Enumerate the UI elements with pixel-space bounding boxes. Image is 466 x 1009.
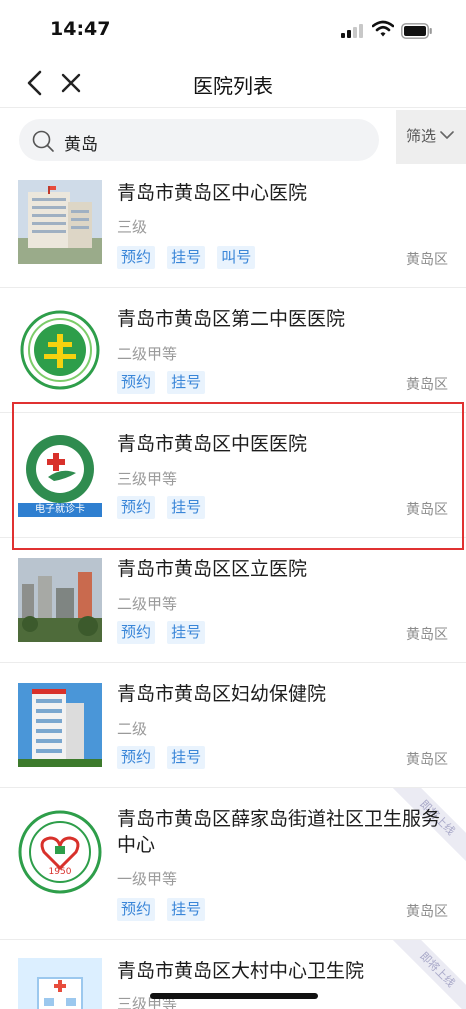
hospital-name: 青岛市黄岛区大村中心卫生院 — [117, 960, 365, 982]
hospital-name: 青岛市黄岛区区立医院 — [117, 558, 308, 580]
tag-queue-call: 叫号 — [217, 246, 256, 269]
tag-register: 挂号 — [167, 898, 206, 921]
status-bar: 14:47 — [0, 0, 466, 60]
hospital-photo-icon — [18, 180, 102, 264]
hospital-district: 黄岛区 — [406, 377, 448, 393]
tag-register: 挂号 — [167, 371, 206, 394]
hospital-item[interactable]: 即将上线 1950 青岛市黄岛区薛家岛街道社区卫生服务中心 一级甲等 预约 挂号… — [0, 788, 466, 940]
service-tags: 预约 挂号 — [117, 898, 212, 922]
home-indicator — [150, 993, 318, 999]
search-value: 黄岛 — [64, 135, 98, 155]
filter-button[interactable]: 筛选 — [396, 110, 466, 164]
hospital-level: 一级甲等 — [117, 870, 178, 888]
hospital-level: 二级甲等 — [117, 595, 178, 613]
hospital-district: 黄岛区 — [406, 252, 448, 268]
hospital-level: 二级 — [117, 720, 148, 738]
hospital-logo-icon — [20, 310, 100, 390]
hospital-level: 三级 — [117, 218, 148, 236]
tag-register: 挂号 — [167, 621, 206, 644]
tower-photo-icon — [18, 683, 102, 767]
hospital-name: 青岛市黄岛区薛家岛街道社区卫生服务中心 — [117, 808, 441, 856]
nav-bar: 医院列表 — [0, 60, 466, 108]
tag-appointment: 预约 — [117, 371, 156, 394]
hospital-district: 黄岛区 — [406, 904, 448, 920]
selection-highlight — [12, 402, 464, 550]
status-time: 14:47 — [50, 18, 111, 40]
tag-register: 挂号 — [167, 246, 206, 269]
city-photo-icon — [18, 558, 102, 642]
hospital-item[interactable]: 青岛市黄岛区中心医院 三级 预约 挂号 叫号 黄岛区 — [0, 170, 466, 288]
clinic-logo-icon: 1950 — [18, 810, 102, 894]
tag-appointment: 预约 — [117, 746, 156, 769]
hospital-district: 黄岛区 — [406, 752, 448, 768]
hospital-item[interactable]: 青岛市黄岛区区立医院 二级甲等 预约 挂号 黄岛区 — [0, 538, 466, 663]
hospital-name: 青岛市黄岛区中心医院 — [117, 182, 308, 204]
hospital-level: 二级甲等 — [117, 345, 178, 363]
tag-register: 挂号 — [167, 746, 206, 769]
wifi-icon — [372, 20, 394, 37]
tag-appointment: 预约 — [117, 246, 156, 269]
battery-icon — [401, 23, 432, 39]
service-tags: 预约 挂号 — [117, 621, 212, 645]
page-title: 医院列表 — [193, 74, 273, 98]
service-tags: 预约 挂号 叫号 — [117, 246, 262, 270]
chevron-down-icon — [440, 131, 454, 139]
thumb-caption: 1950 — [48, 867, 72, 877]
filter-label: 筛选 — [406, 127, 437, 145]
cellular-signal-icon — [341, 24, 365, 38]
search-row: 黄岛 筛选 — [0, 110, 466, 170]
hospital-name: 青岛市黄岛区第二中医医院 — [117, 308, 346, 330]
service-tags: 预约 挂号 — [117, 746, 212, 770]
clinic-building-icon — [18, 958, 102, 1009]
service-tags: 预约 挂号 — [117, 371, 212, 395]
search-icon — [32, 130, 54, 152]
hospital-item[interactable]: 青岛市黄岛区妇幼保健院 二级 预约 挂号 黄岛区 — [0, 663, 466, 788]
tag-appointment: 预约 — [117, 898, 156, 921]
search-input[interactable]: 黄岛 — [19, 119, 379, 161]
hospital-district: 黄岛区 — [406, 627, 448, 643]
tag-appointment: 预约 — [117, 621, 156, 644]
hospital-name: 青岛市黄岛区妇幼保健院 — [117, 683, 327, 705]
hospital-item[interactable]: 青岛市黄岛区第二中医医院 二级甲等 预约 挂号 黄岛区 — [0, 288, 466, 413]
